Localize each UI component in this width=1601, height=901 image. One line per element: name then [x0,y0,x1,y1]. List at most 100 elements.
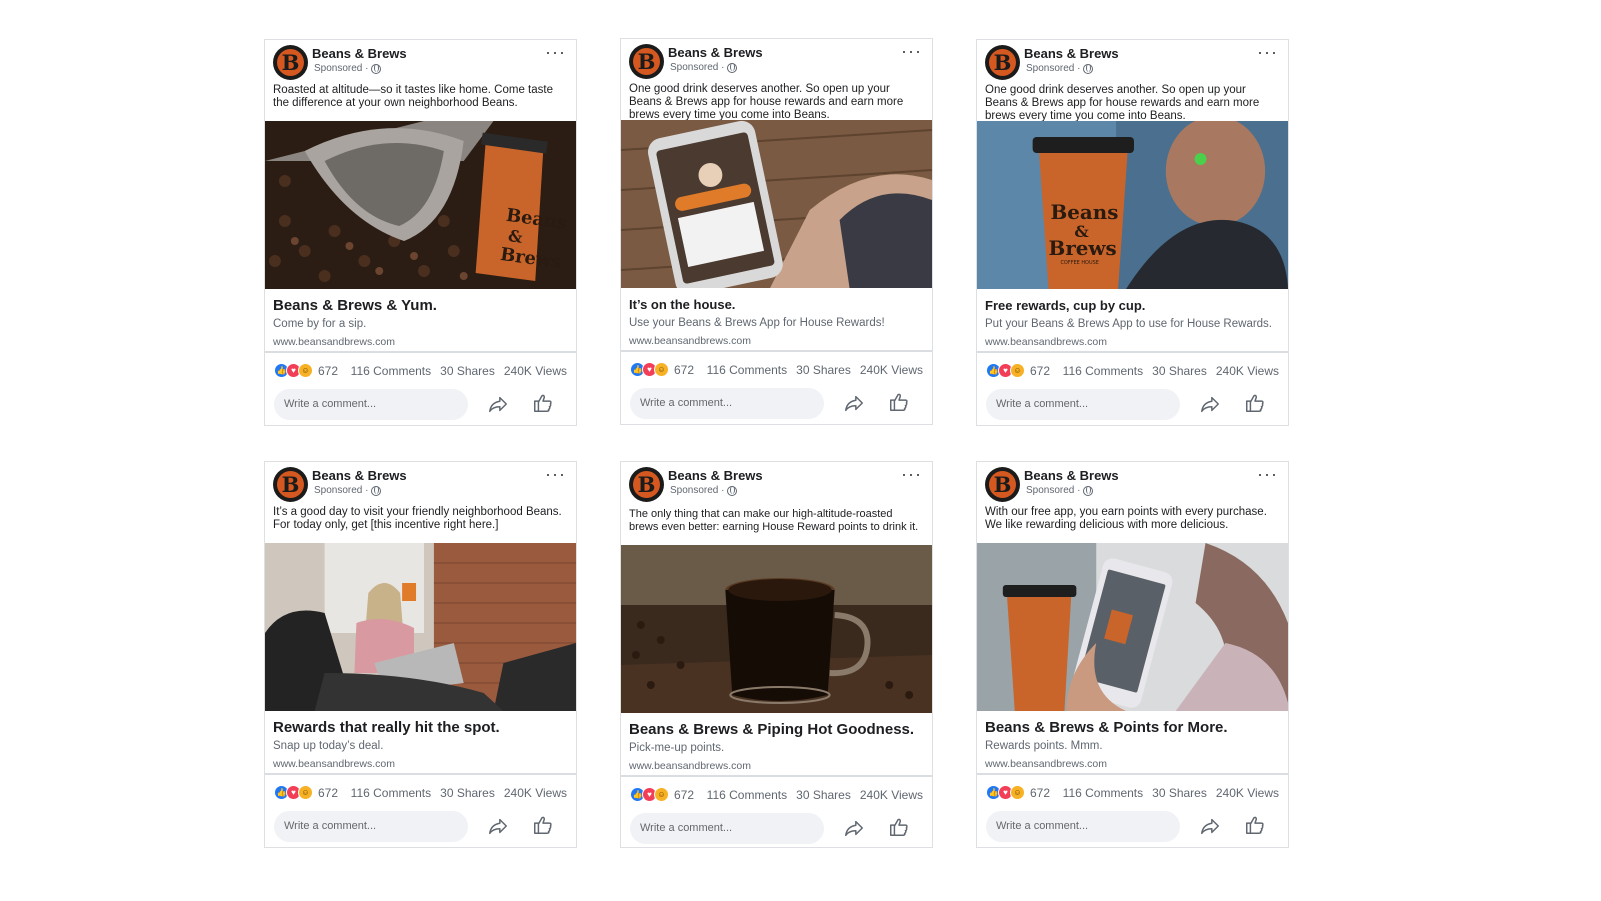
ad-card: B Beans & Brews Sponsored · ··· Roasted … [264,39,577,426]
like-icon[interactable] [532,392,554,414]
more-options-icon[interactable]: ··· [901,41,922,61]
page-name[interactable]: Beans & Brews [668,468,763,483]
page-name[interactable]: Beans & Brews [1024,468,1119,483]
haha-reaction-icon: ☺ [654,787,669,802]
ad-card: B Beans & Brews Sponsored · ··· The only… [620,461,933,848]
page-name[interactable]: Beans & Brews [1024,46,1119,61]
ad-url[interactable]: www.beansandbrews.com [273,758,568,770]
comment-count[interactable]: 116 Comments [1063,364,1143,378]
comment-input[interactable]: Write a comment... [986,389,1180,420]
ad-card: B Beans & Brews Sponsored · ··· One good… [620,38,933,425]
reactions[interactable]: 👍 ♥ ☺ 672 [986,363,1050,378]
comment-input[interactable]: Write a comment... [630,388,824,419]
share-icon[interactable] [1199,393,1221,415]
ad-image[interactable]: Beans & Brews COFFEE HOUSE [977,121,1288,289]
ad-image[interactable]: Beans & Brews [265,121,576,289]
comment-count[interactable]: 116 Comments [707,363,787,377]
ad-url[interactable]: www.beansandbrews.com [629,760,924,772]
sponsored-text: Sponsored · [314,63,369,74]
sponsored-label: Sponsored · [670,62,738,73]
share-count[interactable]: 30 Shares [796,363,851,377]
ad-headline[interactable]: Beans & Brews & Piping Hot Goodness. [629,721,924,739]
ad-headline[interactable]: Free rewards, cup by cup. [985,297,1280,315]
avatar-logo: B [989,49,1016,76]
page-name[interactable]: Beans & Brews [312,46,407,61]
share-count[interactable]: 30 Shares [1152,364,1207,378]
page-name[interactable]: Beans & Brews [668,45,763,60]
share-count[interactable]: 30 Shares [1152,786,1207,800]
post-header: B Beans & Brews Sponsored · ··· [621,39,932,83]
reactions[interactable]: 👍 ♥ ☺ 672 [986,785,1050,800]
link-preview[interactable]: Beans & Brews & Points for More. Rewards… [977,711,1288,775]
ad-url[interactable]: www.beansandbrews.com [629,335,924,347]
reaction-count: 672 [674,787,695,802]
like-icon[interactable] [888,816,910,838]
avatar[interactable]: B [985,467,1020,502]
reaction-count: 672 [318,363,339,378]
share-icon[interactable] [843,817,865,839]
more-options-icon[interactable]: ··· [545,464,566,484]
comment-count[interactable]: 116 Comments [707,788,787,802]
ad-url[interactable]: www.beansandbrews.com [985,336,1280,348]
ad-headline[interactable]: Beans & Brews & Yum. [273,297,568,315]
haha-reaction-icon: ☺ [298,363,313,378]
avatar[interactable]: B [273,467,308,502]
ad-headline[interactable]: It’s on the house. [629,296,924,314]
action-bar: Write a comment... [621,809,932,857]
avatar[interactable]: B [629,44,664,79]
share-count[interactable]: 30 Shares [796,788,851,802]
more-options-icon[interactable]: ··· [1257,42,1278,62]
avatar-logo: B [633,48,660,75]
avatar[interactable]: B [985,45,1020,80]
link-preview[interactable]: Rewards that really hit the spot. Snap u… [265,711,576,775]
sponsored-text: Sponsored · [670,62,725,73]
comment-count[interactable]: 116 Comments [351,364,431,378]
comment-input[interactable]: Write a comment... [274,811,468,842]
globe-icon [727,62,738,73]
comment-count[interactable]: 116 Comments [351,786,431,800]
ad-headline[interactable]: Beans & Brews & Points for More. [985,719,1280,737]
more-options-icon[interactable]: ··· [1257,464,1278,484]
comment-input[interactable]: Write a comment... [630,813,824,844]
ad-headline[interactable]: Rewards that really hit the spot. [273,719,568,737]
reactions[interactable]: 👍 ♥ ☺ 672 [274,363,338,378]
reactions[interactable]: 👍 ♥ ☺ 672 [630,362,694,377]
like-icon[interactable] [532,814,554,836]
view-count: 240K Views [859,363,923,377]
ad-image[interactable] [977,543,1288,711]
share-icon[interactable] [487,815,509,837]
post-text: It’s a good day to visit your friendly n… [273,506,562,531]
ad-image[interactable] [265,543,576,711]
page-name[interactable]: Beans & Brews [312,468,407,483]
avatar[interactable]: B [273,45,308,80]
share-count[interactable]: 30 Shares [440,364,495,378]
ad-image[interactable] [621,545,932,713]
more-options-icon[interactable]: ··· [901,464,922,484]
reactions[interactable]: 👍 ♥ ☺ 672 [630,787,694,802]
link-preview[interactable]: Beans & Brews & Piping Hot Goodness. Pic… [621,713,932,777]
link-preview[interactable]: Beans & Brews & Yum. Come by for a sip. … [265,289,576,353]
like-icon[interactable] [1244,392,1266,414]
share-icon[interactable] [487,393,509,415]
more-options-icon[interactable]: ··· [545,42,566,62]
link-preview[interactable]: Free rewards, cup by cup. Put your Beans… [977,289,1288,353]
ad-description: Rewards points. Mmm. [985,740,1103,752]
link-preview[interactable]: It’s on the house. Use your Beans & Brew… [621,288,932,352]
sponsored-label: Sponsored · [1026,63,1094,74]
comment-input[interactable]: Write a comment... [274,389,468,420]
globe-icon [371,63,382,74]
like-icon[interactable] [1244,814,1266,836]
share-icon[interactable] [1199,815,1221,837]
sponsored-text: Sponsored · [314,485,369,496]
share-icon[interactable] [843,392,865,414]
ad-url[interactable]: www.beansandbrews.com [273,336,568,348]
globe-icon [371,485,382,496]
avatar[interactable]: B [629,467,664,502]
comment-input[interactable]: Write a comment... [986,811,1180,842]
like-icon[interactable] [888,391,910,413]
ad-image[interactable] [621,120,932,288]
reactions[interactable]: 👍 ♥ ☺ 672 [274,785,338,800]
ad-url[interactable]: www.beansandbrews.com [985,758,1280,770]
comment-count[interactable]: 116 Comments [1063,786,1143,800]
share-count[interactable]: 30 Shares [440,786,495,800]
